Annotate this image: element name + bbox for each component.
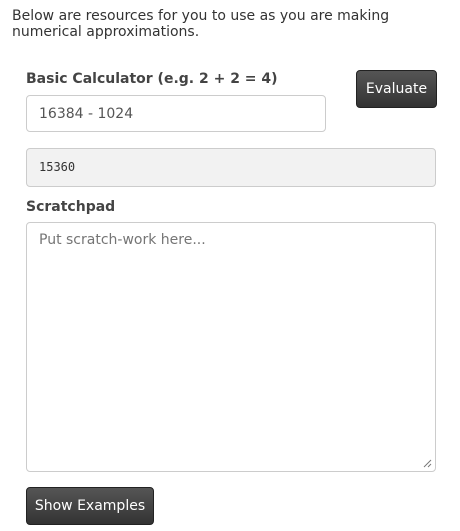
show-examples-button[interactable]: Show Examples [26,487,154,525]
calculator-result: 15360 [26,148,436,187]
scratchpad-textarea[interactable] [26,222,436,472]
calculator-label: Basic Calculator (e.g. 2 + 2 = 4) [26,71,278,87]
resize-grip-icon[interactable] [422,458,432,468]
evaluate-button[interactable]: Evaluate [356,70,437,108]
scratchpad-label: Scratchpad [26,199,116,215]
intro-text: Below are resources for you to use as yo… [12,8,390,40]
calculator-input[interactable] [26,95,326,132]
